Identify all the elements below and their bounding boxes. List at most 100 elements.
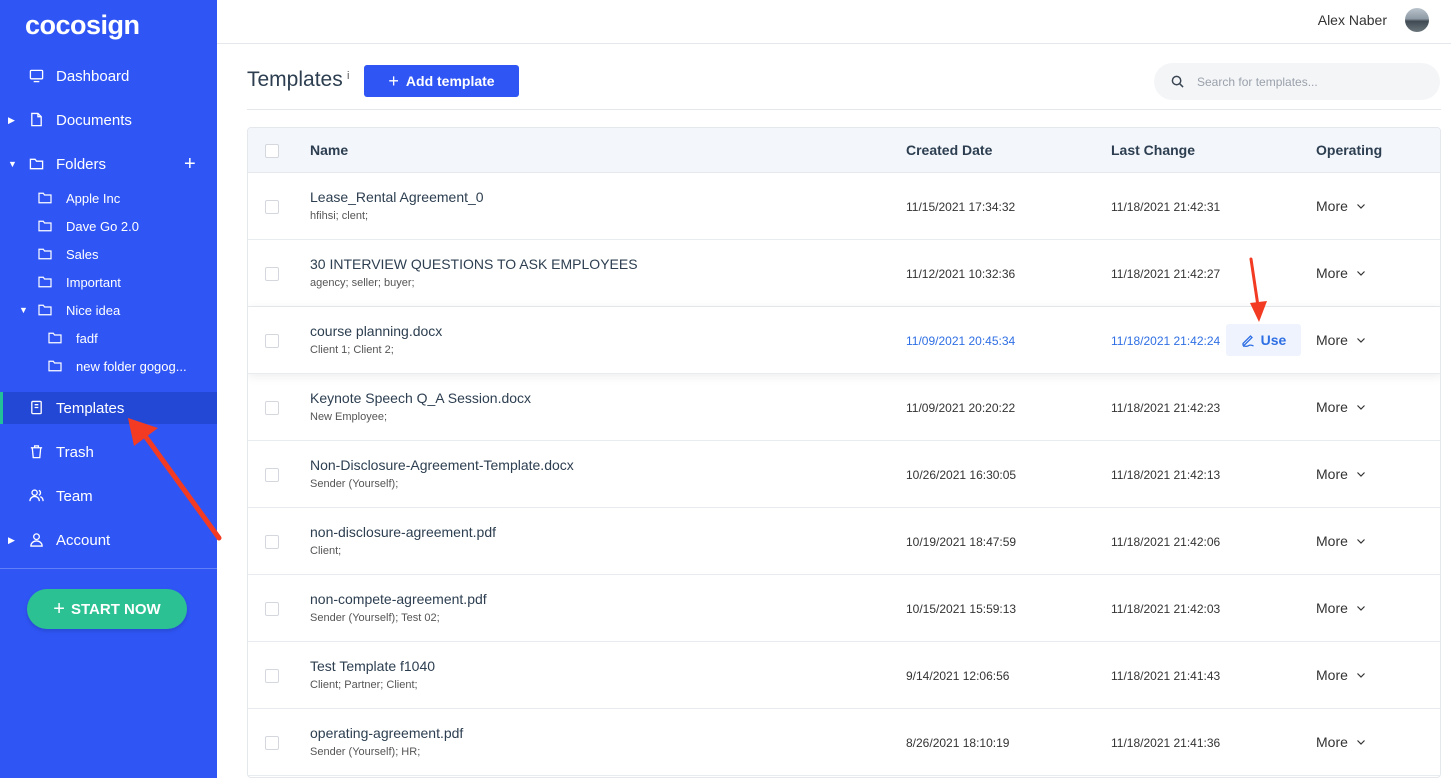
- table-row[interactable]: non-compete-agreement.pdf Sender (Yourse…: [248, 575, 1440, 642]
- more-label: More: [1316, 198, 1348, 214]
- more-dropdown[interactable]: More: [1316, 533, 1366, 549]
- last-change-date: 11/18/2021 21:41:36: [1111, 736, 1221, 750]
- template-name[interactable]: 30 INTERVIEW QUESTIONS TO ASK EMPLOYEES: [310, 256, 638, 272]
- template-name[interactable]: Non-Disclosure-Agreement-Template.docx: [310, 457, 574, 473]
- start-now-label: START NOW: [70, 600, 161, 618]
- chevron-down-icon: [1356, 338, 1365, 343]
- user-icon: [30, 533, 43, 547]
- more-dropdown[interactable]: More: [1316, 399, 1366, 415]
- table-row[interactable]: Test Template f1040 Client; Partner; Cli…: [248, 642, 1440, 709]
- add-template-button[interactable]: + Add template: [364, 65, 519, 97]
- folder-item-new-folder[interactable]: new folder gogog...: [0, 353, 217, 379]
- add-folder-button[interactable]: +: [184, 154, 196, 174]
- table-row[interactable]: Non-Disclosure-Agreement-Template.docx S…: [248, 441, 1440, 508]
- caret-down-icon[interactable]: ▼: [8, 159, 17, 169]
- last-change-date: 11/18/2021 21:42:24: [1111, 334, 1221, 348]
- folder-item-nice-idea[interactable]: ▼ Nice idea: [0, 297, 217, 323]
- caret-right-icon[interactable]: ▶: [8, 115, 15, 126]
- more-dropdown[interactable]: More: [1316, 198, 1366, 214]
- table-row[interactable]: operating-agreement.pdf Sender (Yourself…: [248, 709, 1440, 776]
- user-name[interactable]: Alex Naber: [1318, 12, 1387, 28]
- chevron-down-icon: [1356, 204, 1365, 209]
- row-checkbox[interactable]: [265, 200, 279, 214]
- row-checkbox[interactable]: [265, 334, 279, 348]
- sidebar-item-label: Team: [56, 487, 93, 505]
- document-icon: [31, 112, 42, 127]
- sidebar-divider: [0, 568, 217, 569]
- more-dropdown[interactable]: More: [1316, 332, 1366, 348]
- sidebar-item-label: Folders: [56, 155, 107, 173]
- start-now-button[interactable]: + START NOW: [27, 589, 187, 629]
- template-roles: Sender (Yourself); HR;: [310, 746, 421, 758]
- add-template-label: Add template: [405, 73, 495, 89]
- table-row[interactable]: Lease_Rental Agreement_0 hfihsi; clent; …: [248, 173, 1440, 240]
- last-change-date: 11/18/2021 21:42:31: [1111, 200, 1221, 214]
- sidebar-item-folders[interactable]: ▼ Folders +: [0, 148, 217, 180]
- template-roles: Client; Partner; Client;: [310, 679, 418, 691]
- info-icon[interactable]: i: [347, 70, 349, 82]
- sidebar: cocosign Dashboard ▶ Documents ▼ Folders…: [0, 0, 217, 778]
- template-name[interactable]: Test Template f1040: [310, 658, 435, 674]
- caret-right-icon[interactable]: ▶: [8, 535, 15, 546]
- folder-item-dave-go[interactable]: Dave Go 2.0: [0, 213, 217, 239]
- caret-down-icon[interactable]: ▼: [19, 305, 28, 315]
- template-name[interactable]: Lease_Rental Agreement_0: [310, 189, 484, 205]
- title-divider: [247, 109, 1441, 110]
- folder-label: Dave Go 2.0: [66, 218, 139, 234]
- template-name[interactable]: non-disclosure-agreement.pdf: [310, 524, 496, 540]
- sidebar-item-team[interactable]: Team: [0, 480, 217, 512]
- more-dropdown[interactable]: More: [1316, 734, 1366, 750]
- table-row[interactable]: 30 INTERVIEW QUESTIONS TO ASK EMPLOYEES …: [248, 240, 1440, 307]
- row-checkbox[interactable]: [265, 468, 279, 482]
- column-header-changed[interactable]: Last Change: [1111, 142, 1195, 158]
- template-name[interactable]: Keynote Speech Q_A Session.docx: [310, 390, 531, 406]
- more-label: More: [1316, 600, 1348, 616]
- template-roles: Sender (Yourself); Test 02;: [310, 612, 440, 624]
- app-logo[interactable]: cocosign: [25, 10, 140, 41]
- more-dropdown[interactable]: More: [1316, 667, 1366, 683]
- more-label: More: [1316, 466, 1348, 482]
- row-checkbox[interactable]: [265, 736, 279, 750]
- template-name[interactable]: non-compete-agreement.pdf: [310, 591, 487, 607]
- more-dropdown[interactable]: More: [1316, 466, 1366, 482]
- table-row[interactable]: Keynote Speech Q_A Session.docx New Empl…: [248, 374, 1440, 441]
- template-roles: Client;: [310, 545, 342, 557]
- sidebar-item-documents[interactable]: ▶ Documents: [0, 104, 217, 136]
- more-dropdown[interactable]: More: [1316, 265, 1366, 281]
- sidebar-item-trash[interactable]: Trash: [0, 436, 217, 468]
- folder-item-sales[interactable]: Sales: [0, 241, 217, 267]
- search-icon: [1171, 75, 1184, 88]
- template-name[interactable]: course planning.docx: [310, 323, 442, 339]
- folder-item-fadf[interactable]: fadf: [0, 325, 217, 351]
- row-checkbox[interactable]: [265, 535, 279, 549]
- column-header-created[interactable]: Created Date: [906, 142, 992, 158]
- folder-label: new folder gogog...: [76, 358, 187, 374]
- table-row[interactable]: non-disclosure-agreement.pdf Client; 10/…: [248, 508, 1440, 575]
- more-dropdown[interactable]: More: [1316, 600, 1366, 616]
- search-input[interactable]: [1197, 71, 1427, 92]
- row-checkbox[interactable]: [265, 401, 279, 415]
- use-template-button[interactable]: Use: [1226, 324, 1301, 356]
- row-checkbox[interactable]: [265, 267, 279, 281]
- template-name[interactable]: operating-agreement.pdf: [310, 725, 463, 741]
- more-label: More: [1316, 667, 1348, 683]
- row-checkbox[interactable]: [265, 602, 279, 616]
- column-header-name[interactable]: Name: [310, 142, 348, 158]
- sidebar-item-account[interactable]: ▶ Account: [0, 524, 217, 556]
- select-all-checkbox[interactable]: [265, 144, 279, 158]
- folder-icon: [48, 360, 62, 372]
- chevron-down-icon: [1356, 740, 1365, 745]
- template-roles: hfihsi; clent;: [310, 210, 369, 222]
- folder-label: Apple Inc: [66, 190, 121, 206]
- row-checkbox[interactable]: [265, 669, 279, 683]
- folder-item-important[interactable]: Important: [0, 269, 217, 295]
- plus-icon: +: [53, 598, 65, 620]
- plus-icon: +: [388, 71, 399, 91]
- folder-icon: [48, 332, 62, 344]
- sidebar-item-label: Documents: [56, 111, 132, 129]
- avatar[interactable]: [1405, 8, 1429, 32]
- folder-item-apple-inc[interactable]: Apple Inc: [0, 185, 217, 211]
- sidebar-item-templates[interactable]: Templates: [0, 392, 217, 424]
- table-row[interactable]: course planning.docx Client 1; Client 2;…: [248, 307, 1440, 374]
- sidebar-item-dashboard[interactable]: Dashboard: [0, 60, 217, 92]
